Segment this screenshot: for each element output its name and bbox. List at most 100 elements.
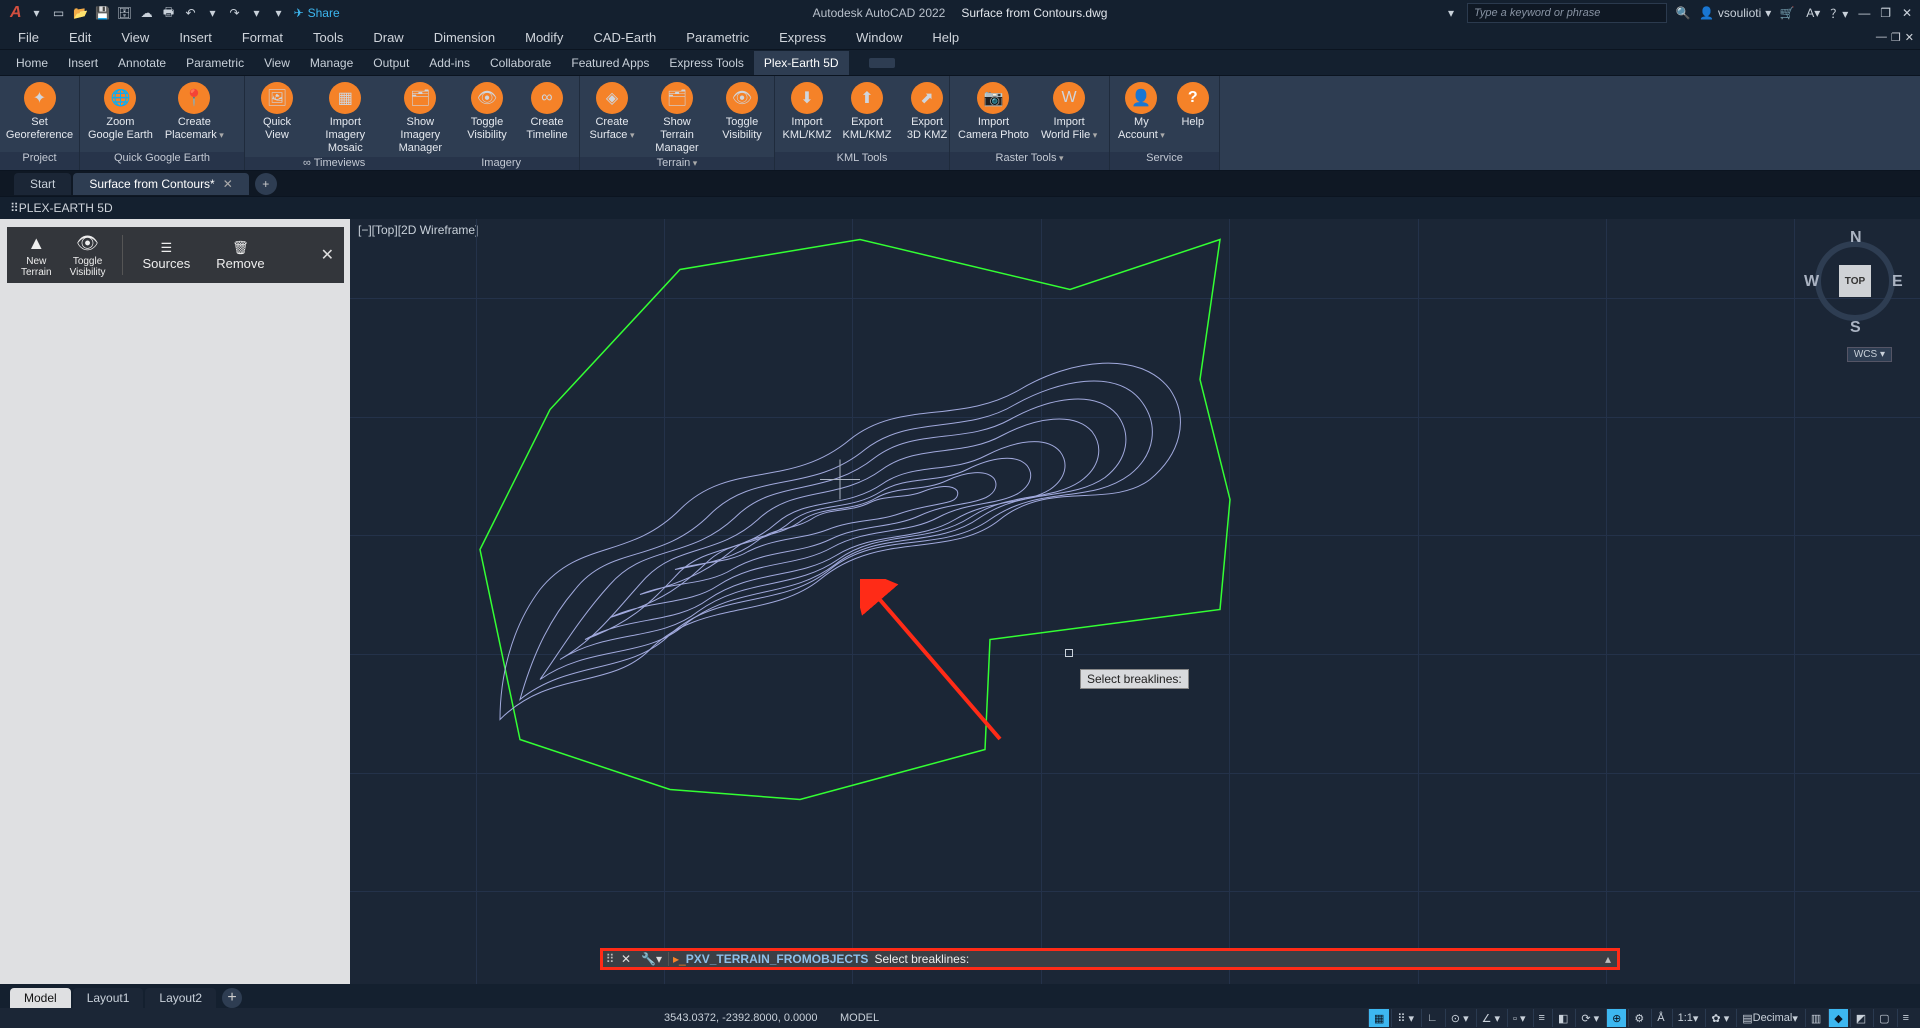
menu-tools[interactable]: Tools <box>303 27 353 48</box>
tab-annotate[interactable]: Annotate <box>108 51 176 75</box>
show-terrain-manager-button[interactable]: 🗂Show Terrain Manager <box>642 80 712 157</box>
tab-insert[interactable]: Insert <box>58 51 108 75</box>
osnap-toggle[interactable]: ▫ ▾ <box>1507 1009 1530 1027</box>
ribbon-appearance-toggle[interactable] <box>869 58 895 68</box>
menu-file[interactable]: File <box>8 27 49 48</box>
save-icon[interactable]: 💾 <box>94 4 112 22</box>
export-kml-button[interactable]: ⬆Export KML/KMZ <box>837 80 897 144</box>
doc-restore-button[interactable]: ❐ <box>1889 31 1903 44</box>
hardware-accel-toggle[interactable]: ◆ <box>1828 1009 1847 1027</box>
isolate-objects-toggle[interactable]: ◩ <box>1850 1009 1871 1027</box>
tab-output[interactable]: Output <box>363 51 419 75</box>
redo-dropdown-icon[interactable]: ▾ <box>248 4 266 22</box>
minimize-button[interactable]: — <box>1855 4 1873 22</box>
palette-close-icon[interactable]: ✕ <box>321 245 334 265</box>
command-expand-icon[interactable]: ▴ <box>1599 952 1617 966</box>
command-drag-handle[interactable]: ⠿ <box>603 952 617 966</box>
menu-format[interactable]: Format <box>232 27 293 48</box>
search-dropdown-icon[interactable]: ▾ <box>1441 3 1461 23</box>
new-icon[interactable]: ▭ <box>50 4 68 22</box>
plot-icon[interactable]: 🖶 <box>160 4 178 22</box>
viewcube-w[interactable]: W <box>1804 273 1819 291</box>
drawing-canvas[interactable]: [−][Top][2D Wireframe] <box>350 219 1920 1010</box>
layout-tab-layout2[interactable]: Layout2 <box>145 988 216 1008</box>
workspace-toggle[interactable]: ⚙ <box>1628 1009 1649 1027</box>
set-georeference-button[interactable]: ✦Set Georeference <box>2 80 77 144</box>
export-3d-kmz-button[interactable]: ⬈Export 3D KMZ <box>897 80 957 144</box>
start-tab[interactable]: Start <box>14 173 71 195</box>
command-customize-icon[interactable]: 🔧▾ <box>635 952 668 966</box>
qat-more-icon[interactable]: ▾ <box>270 4 288 22</box>
tab-parametric[interactable]: Parametric <box>176 51 254 75</box>
cart-icon[interactable]: 🛒 <box>1777 3 1797 23</box>
viewcube-top[interactable]: TOP <box>1839 265 1871 297</box>
tab-view[interactable]: View <box>254 51 300 75</box>
units-dropdown[interactable]: ▤ Decimal ▾ <box>1736 1009 1803 1027</box>
menu-parametric[interactable]: Parametric <box>676 27 759 48</box>
snap-toggle[interactable]: ⠿ ▾ <box>1391 1009 1419 1027</box>
isoplane-toggle[interactable]: ∠ ▾ <box>1476 1009 1505 1027</box>
close-button[interactable]: ✕ <box>1898 4 1916 22</box>
share-button[interactable]: ✈ Share <box>294 6 340 20</box>
toggle-visibility-button[interactable]: 👁Toggle Visibility <box>64 233 112 278</box>
user-account[interactable]: 👤 vsoulioti ▾ <box>1699 6 1771 20</box>
dynamic-input-toggle[interactable]: ⊕ <box>1606 1009 1626 1027</box>
import-world-file-button[interactable]: WImport World File <box>1035 80 1103 144</box>
document-tab-active[interactable]: Surface from Contours*✕ <box>73 173 248 195</box>
show-imagery-manager-button[interactable]: 🗂Show Imagery Manager <box>384 80 457 157</box>
menu-dropdown-icon[interactable]: ▾ <box>28 4 46 22</box>
panel-label[interactable]: Raster Tools <box>950 152 1109 170</box>
menu-draw[interactable]: Draw <box>363 27 413 48</box>
autodesk-app-icon[interactable]: A▾ <box>1803 3 1823 23</box>
import-imagery-mosaic-button[interactable]: ▦Import Imagery Mosaic <box>307 80 384 157</box>
ortho-toggle[interactable]: ∟ <box>1421 1009 1443 1027</box>
new-terrain-button[interactable]: ▲New Terrain <box>15 233 58 278</box>
quick-view-button[interactable]: 🖼Quick View <box>247 80 307 144</box>
menu-express[interactable]: Express <box>769 27 836 48</box>
tab-plex-earth-5d[interactable]: Plex-Earth 5D <box>754 51 849 75</box>
toggle-visibility-terrain-button[interactable]: 👁Toggle Visibility <box>712 80 772 144</box>
menu-help[interactable]: Help <box>922 27 969 48</box>
maximize-button[interactable]: ❐ <box>1877 4 1895 22</box>
viewcube[interactable]: TOP N S W E <box>1810 231 1900 341</box>
undo-dropdown-icon[interactable]: ▾ <box>204 4 222 22</box>
workspace-switch[interactable]: ✿ ▾ <box>1705 1009 1734 1027</box>
viewcube-s[interactable]: S <box>1850 319 1861 337</box>
layout-tab-model[interactable]: Model <box>10 988 71 1008</box>
command-close-icon[interactable]: ✕ <box>617 952 635 966</box>
open-icon[interactable]: 📂 <box>72 4 90 22</box>
saveas-icon[interactable]: 🗄 <box>116 4 134 22</box>
panel-label[interactable]: Terrain <box>580 157 774 170</box>
web-mobile-icon[interactable]: ☁ <box>138 4 156 22</box>
import-camera-photo-button[interactable]: 📷Import Camera Photo <box>952 80 1035 144</box>
tab-express-tools[interactable]: Express Tools <box>659 51 753 75</box>
remove-button[interactable]: 🗑Remove <box>206 240 274 271</box>
import-kml-button[interactable]: ⬇Import KML/KMZ <box>777 80 837 144</box>
transparency-toggle[interactable]: ◧ <box>1552 1009 1573 1027</box>
doc-minimize-button[interactable]: — <box>1874 31 1889 44</box>
grid-display-toggle[interactable]: ▦ <box>1368 1009 1389 1027</box>
undo-icon[interactable]: ↶ <box>182 4 200 22</box>
cycling-toggle[interactable]: ⟳ ▾ <box>1575 1009 1604 1027</box>
help-button[interactable]: ?Help <box>1171 80 1215 131</box>
tab-collaborate[interactable]: Collaborate <box>480 51 561 75</box>
create-surface-button[interactable]: ◈Create Surface <box>582 80 642 144</box>
zoom-google-earth-button[interactable]: 🌐Zoom Google Earth <box>82 80 159 144</box>
search-input[interactable]: Type a keyword or phrase <box>1467 3 1667 23</box>
wcs-dropdown[interactable]: WCS ▾ <box>1847 347 1892 362</box>
layout-tab-layout1[interactable]: Layout1 <box>73 988 144 1008</box>
help-icon[interactable]: ？▾ <box>1829 3 1849 23</box>
tab-manage[interactable]: Manage <box>300 51 363 75</box>
my-account-button[interactable]: 👤My Account <box>1112 80 1171 144</box>
tab-addins[interactable]: Add-ins <box>419 51 480 75</box>
tab-featured-apps[interactable]: Featured Apps <box>561 51 659 75</box>
menu-edit[interactable]: Edit <box>59 27 101 48</box>
doc-close-button[interactable]: ✕ <box>1903 31 1916 44</box>
lineweight-toggle[interactable]: ≡ <box>1533 1009 1550 1027</box>
annotation-scale[interactable]: 1:1 ▾ <box>1672 1009 1704 1027</box>
annotation-monitor-toggle[interactable]: Å <box>1651 1009 1669 1027</box>
clean-screen-toggle[interactable]: ▢ <box>1873 1009 1894 1027</box>
sources-button[interactable]: ☰Sources <box>133 240 201 271</box>
tab-home[interactable]: Home <box>6 51 58 75</box>
quick-properties-toggle[interactable]: ▥ <box>1805 1009 1826 1027</box>
